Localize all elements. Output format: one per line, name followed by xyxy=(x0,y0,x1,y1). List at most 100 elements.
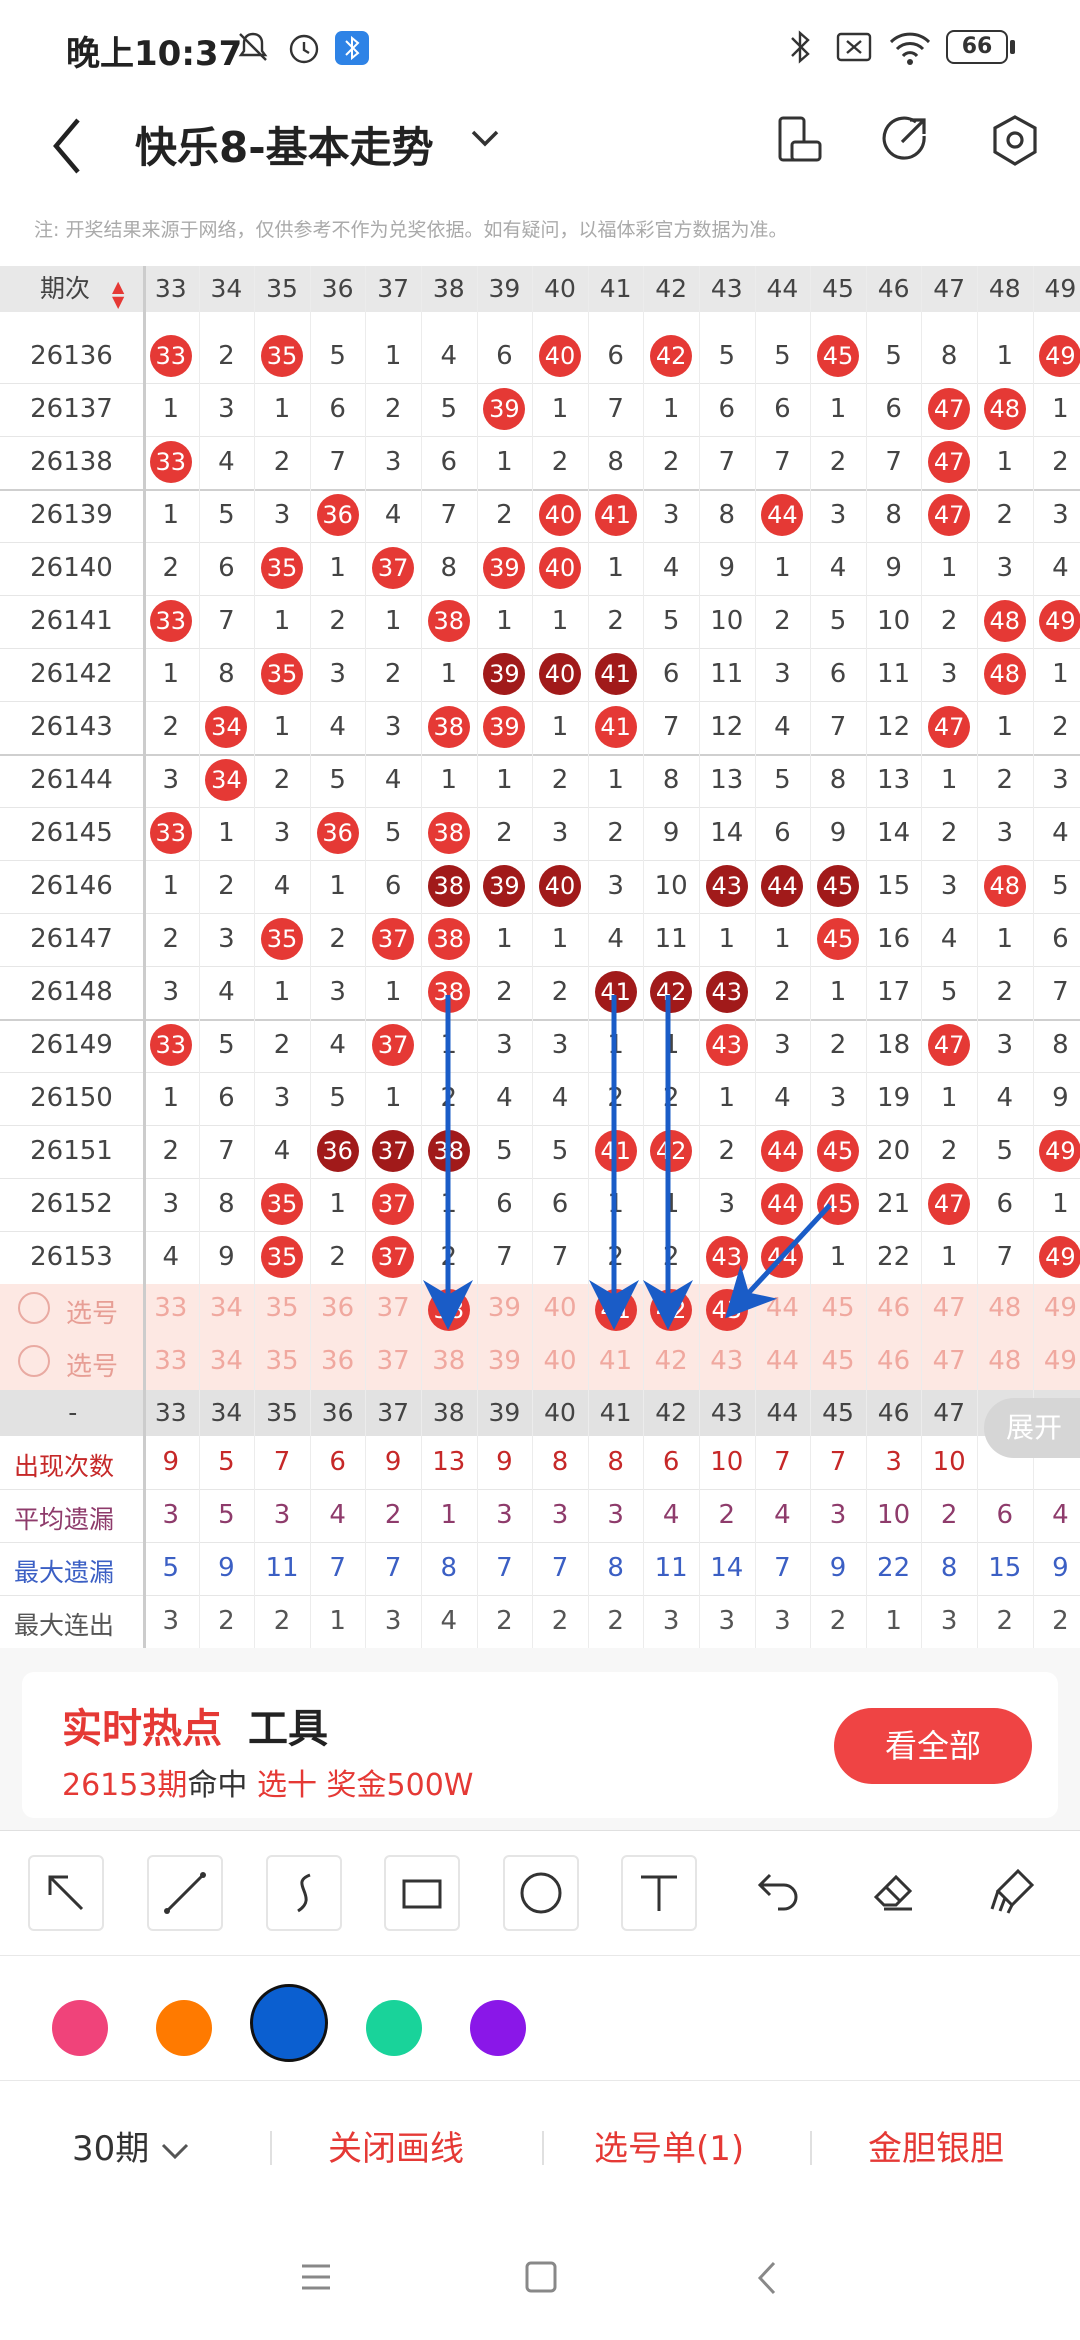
number-ball-41[interactable]: 41 xyxy=(594,653,637,695)
number-ball-49[interactable]: 49 xyxy=(1039,1236,1080,1278)
pick-ball-37[interactable]: 37 xyxy=(365,1293,421,1323)
pick-ball-38[interactable]: 38 xyxy=(421,1346,477,1376)
pick-ball-35[interactable]: 35 xyxy=(254,1346,310,1376)
view-all-button[interactable]: 看全部 xyxy=(834,1708,1032,1784)
number-ball-38[interactable]: 38 xyxy=(427,971,470,1013)
number-ball-40[interactable]: 40 xyxy=(539,335,581,377)
pick-ball-44[interactable]: 44 xyxy=(755,1346,811,1376)
pick-ball-43[interactable]: 43 xyxy=(699,1346,755,1376)
number-ball-38[interactable]: 38 xyxy=(427,812,470,854)
number-ball-37[interactable]: 37 xyxy=(372,1236,415,1278)
pick-radio[interactable] xyxy=(18,1345,50,1377)
trend-table[interactable]: 期次 ▲ ▼ 33 34 35 36 37 38 39 40 41 42 43 44 45 46 47 48 49 … xyxy=(0,266,1080,1648)
number-ball-37[interactable]: 37 xyxy=(372,918,415,960)
color-blue-selected[interactable] xyxy=(250,1984,328,2062)
number-ball-35[interactable]: 35 xyxy=(261,1236,303,1278)
chevron-down-icon[interactable] xyxy=(470,128,500,148)
number-ball-44[interactable]: 44 xyxy=(761,1130,804,1172)
pick-ball-34[interactable]: 34 xyxy=(199,1346,255,1376)
number-ball-37[interactable]: 37 xyxy=(372,547,415,589)
number-ball-41[interactable]: 41 xyxy=(594,1130,637,1172)
pick-ball-40[interactable]: 40 xyxy=(532,1293,588,1323)
number-ball-45[interactable]: 45 xyxy=(817,918,859,960)
color-pink[interactable] xyxy=(52,2000,108,2056)
number-ball-43[interactable]: 43 xyxy=(705,865,748,907)
number-ball-36[interactable]: 36 xyxy=(316,812,359,854)
number-ball-42[interactable]: 42 xyxy=(650,971,693,1013)
number-ball-49[interactable]: 49 xyxy=(1039,1130,1080,1172)
number-ball-41[interactable]: 41 xyxy=(594,706,637,748)
number-ball-39[interactable]: 39 xyxy=(483,865,526,907)
circle-tool[interactable] xyxy=(503,1855,579,1931)
number-ball-35[interactable]: 35 xyxy=(261,547,303,589)
curve-tool[interactable] xyxy=(266,1855,342,1931)
pick-ball-49[interactable]: 49 xyxy=(1033,1293,1080,1323)
pick-ball-47[interactable]: 47 xyxy=(921,1346,977,1376)
pick-ball-40[interactable]: 40 xyxy=(532,1346,588,1376)
number-ball-47[interactable]: 47 xyxy=(928,1183,971,1225)
pick-ball-49[interactable]: 49 xyxy=(1033,1346,1080,1376)
pick-ball-selected-41[interactable]: 41 xyxy=(594,1289,637,1331)
line-tool[interactable] xyxy=(147,1855,223,1931)
pick-ball-47[interactable]: 47 xyxy=(921,1293,977,1323)
pick-ball-34[interactable]: 34 xyxy=(199,1293,255,1323)
number-ball-34[interactable]: 34 xyxy=(205,759,248,801)
pick-list-button[interactable]: 选号单(1) xyxy=(594,2121,744,2170)
number-ball-36[interactable]: 36 xyxy=(316,1130,359,1172)
number-ball-43[interactable]: 43 xyxy=(705,1236,748,1278)
hot-tools-card[interactable]: 实时热点 工具 26153期命中 选十 奖金500W 看全部 xyxy=(22,1672,1058,1818)
number-ball-40[interactable]: 40 xyxy=(539,653,581,695)
number-ball-45[interactable]: 45 xyxy=(817,1183,859,1225)
number-ball-42[interactable]: 42 xyxy=(650,335,693,377)
number-ball-39[interactable]: 39 xyxy=(483,706,526,748)
number-ball-40[interactable]: 40 xyxy=(539,547,581,589)
number-ball-35[interactable]: 35 xyxy=(261,335,303,377)
share-icon[interactable] xyxy=(880,114,930,166)
pick-ball-48[interactable]: 48 xyxy=(977,1346,1033,1376)
number-ball-33[interactable]: 33 xyxy=(149,812,192,854)
color-green[interactable] xyxy=(366,2000,422,2056)
number-ball-35[interactable]: 35 xyxy=(261,1183,303,1225)
pick-ball-48[interactable]: 48 xyxy=(977,1293,1033,1323)
number-ball-38[interactable]: 38 xyxy=(427,1130,470,1172)
pick-ball-44[interactable]: 44 xyxy=(755,1293,811,1323)
number-ball-38[interactable]: 38 xyxy=(427,918,470,960)
number-ball-47[interactable]: 47 xyxy=(928,494,971,536)
settings-icon[interactable] xyxy=(990,114,1040,168)
pick-ball-36[interactable]: 36 xyxy=(310,1293,366,1323)
color-orange[interactable] xyxy=(156,2000,212,2056)
eraser-tool[interactable] xyxy=(858,1855,934,1931)
pick-ball-selected-43[interactable]: 43 xyxy=(705,1289,748,1331)
menu-icon[interactable] xyxy=(300,2262,332,2292)
number-ball-33[interactable]: 33 xyxy=(149,1024,192,1066)
pick-ball-45[interactable]: 45 xyxy=(810,1293,866,1323)
number-ball-47[interactable]: 47 xyxy=(928,388,971,430)
pick-ball-41[interactable]: 41 xyxy=(588,1346,644,1376)
number-ball-43[interactable]: 43 xyxy=(705,971,748,1013)
pick-ball-37[interactable]: 37 xyxy=(365,1346,421,1376)
number-ball-33[interactable]: 33 xyxy=(149,600,192,642)
arrow-tool[interactable] xyxy=(28,1855,104,1931)
close-draw-button[interactable]: 关闭画线 xyxy=(328,2121,464,2170)
pick-ball-46[interactable]: 46 xyxy=(866,1346,922,1376)
pick-ball-39[interactable]: 39 xyxy=(477,1346,533,1376)
pick-row[interactable]: 选号 33 34 35 36 37 38 39 40 41 42 43 44 45 46 47 48 49 xyxy=(0,1284,1080,1337)
pick-ball-33[interactable]: 33 xyxy=(143,1346,199,1376)
number-ball-38[interactable]: 38 xyxy=(427,706,470,748)
number-ball-47[interactable]: 47 xyxy=(928,706,971,748)
number-ball-36[interactable]: 36 xyxy=(316,494,359,536)
clear-tool[interactable] xyxy=(976,1855,1052,1931)
pick-ball-selected-38[interactable]: 38 xyxy=(427,1289,470,1331)
number-ball-33[interactable]: 33 xyxy=(149,441,192,483)
undo-tool[interactable] xyxy=(740,1855,816,1931)
number-ball-44[interactable]: 44 xyxy=(761,1236,804,1278)
pick-ball-33[interactable]: 33 xyxy=(143,1293,199,1323)
rect-tool[interactable] xyxy=(384,1855,460,1931)
number-ball-34[interactable]: 34 xyxy=(205,706,248,748)
number-ball-39[interactable]: 39 xyxy=(483,653,526,695)
back-nav-icon[interactable] xyxy=(756,2260,778,2296)
pick-ball-39[interactable]: 39 xyxy=(477,1293,533,1323)
text-tool[interactable] xyxy=(621,1855,697,1931)
number-ball-49[interactable]: 49 xyxy=(1039,335,1080,377)
number-ball-47[interactable]: 47 xyxy=(928,1024,971,1066)
